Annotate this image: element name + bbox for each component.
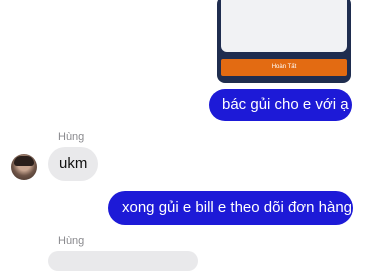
message-bubble-incoming[interactable]: ukm xyxy=(48,147,98,181)
sender-name: Hùng xyxy=(58,235,85,247)
message-bubble-outgoing[interactable]: xong gủi e bill e theo dõi đơn hàng xyxy=(108,191,353,225)
message-bubble-outgoing[interactable]: bác gủi cho e với ạ xyxy=(209,89,352,121)
sender-name: Hùng xyxy=(58,131,85,143)
shared-image-button-label: Hoàn Tất xyxy=(221,59,347,76)
chat-thread: Hoàn Tất bác gủi cho e với ạ Hùng ukm xo… xyxy=(0,0,374,271)
message-bubble-incoming[interactable] xyxy=(48,251,198,271)
shared-image-screen xyxy=(221,0,347,52)
user-avatar-icon[interactable] xyxy=(11,154,37,180)
shared-image-preview[interactable]: Hoàn Tất xyxy=(217,0,351,83)
